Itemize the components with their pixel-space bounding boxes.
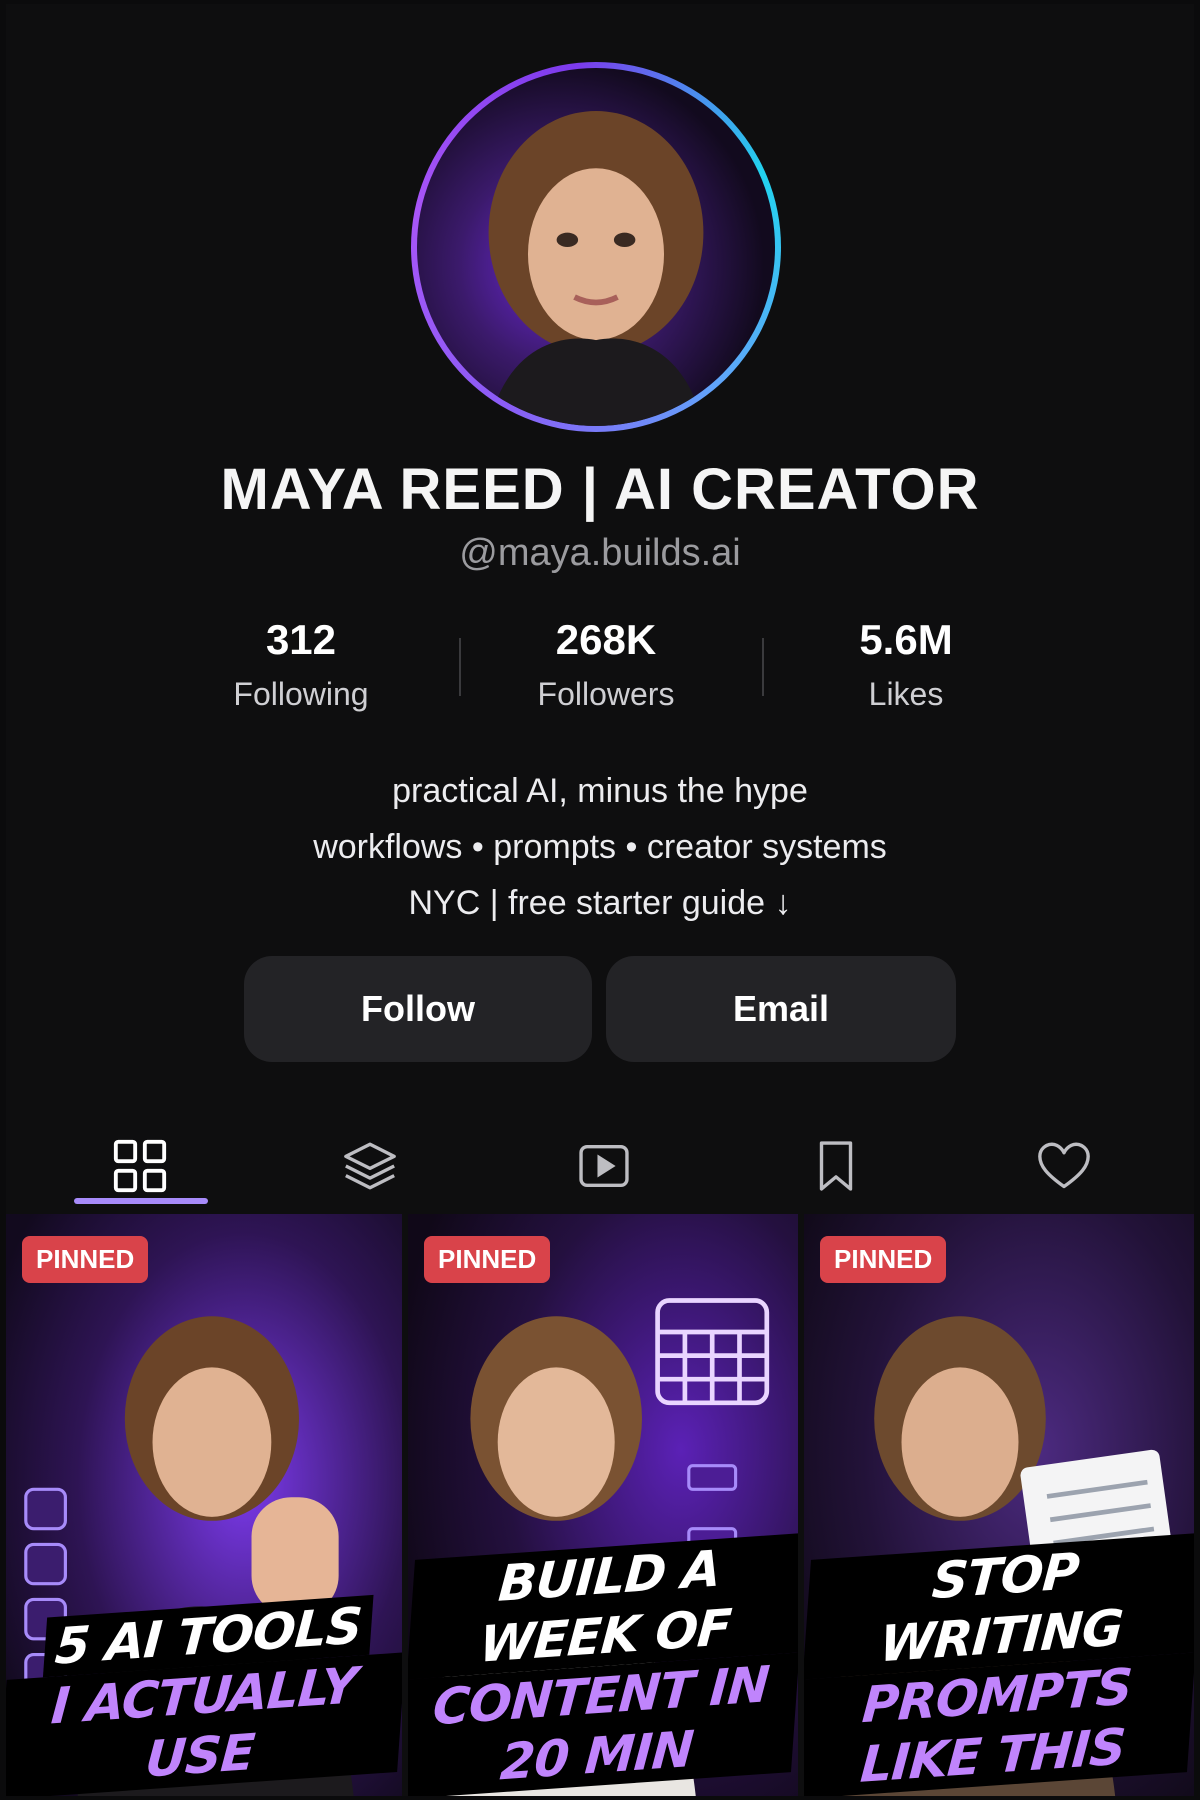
video-caption: 5 AI TOOLS I ACTUALLY USE	[6, 1592, 402, 1796]
video-caption: STOP WRITING PROMPTS LIKE THIS	[804, 1532, 1194, 1796]
video-tile[interactable]: PINNED BUILD A WEEK OF CONTENT IN 20 MIN	[408, 1214, 798, 1796]
profile-name: MAYA REED | AI CREATOR	[220, 457, 980, 522]
stat-following[interactable]: 312 Following	[181, 616, 421, 713]
tab-reposts[interactable]	[310, 1116, 430, 1216]
stat-value: 268K	[555, 616, 657, 663]
heart-icon	[1038, 1142, 1090, 1189]
avatar[interactable]	[411, 62, 781, 432]
stat-label: Followers	[537, 676, 675, 712]
stat-divider	[762, 638, 764, 696]
profile-screen: MAYA REED | AI CREATOR @maya.builds.ai 3…	[6, 4, 1194, 1796]
stat-likes[interactable]: 5.6M Likes	[786, 616, 1026, 713]
layers-icon	[344, 1142, 396, 1190]
stat-value: 5.6M	[859, 616, 953, 663]
play-icon	[579, 1144, 629, 1188]
pinned-badge: PINNED	[820, 1236, 947, 1283]
bio-line: practical AI, minus the hype	[392, 772, 808, 810]
avatar-photo	[417, 68, 775, 426]
stat-label: Likes	[868, 676, 944, 712]
video-grid: PINNED 5 AI TOOLS I ACTUALLY USE PINNED …	[6, 1214, 1194, 1796]
tab-playlists[interactable]	[544, 1116, 664, 1216]
stat-value: 312	[265, 616, 337, 663]
video-tile[interactable]: PINNED 5 AI TOOLS I ACTUALLY USE	[6, 1214, 402, 1796]
bio-line: NYC | free starter guide ↓	[408, 884, 792, 922]
stat-divider	[459, 638, 461, 696]
tab-liked[interactable]	[1004, 1116, 1124, 1216]
active-tab-indicator	[74, 1198, 208, 1204]
pinned-badge: PINNED	[22, 1236, 149, 1283]
stat-label: Following	[233, 676, 369, 712]
profile-handle: @maya.builds.ai	[459, 532, 741, 574]
grid-icon	[113, 1139, 167, 1193]
email-button[interactable]: Email	[606, 956, 956, 1062]
video-caption: BUILD A WEEK OF CONTENT IN 20 MIN	[408, 1532, 798, 1796]
bio-line: workflows • prompts • creator systems	[313, 828, 887, 866]
stats-bar: 312 Following 268K Followers 5.6M Likes	[186, 616, 1026, 726]
video-tile[interactable]: PINNED STOP WRITING PROMPTS LIKE THIS	[804, 1214, 1194, 1796]
follow-button[interactable]: Follow	[244, 956, 592, 1062]
stat-followers[interactable]: 268K Followers	[486, 616, 726, 713]
tab-saved[interactable]	[776, 1116, 896, 1216]
pinned-badge: PINNED	[424, 1236, 551, 1283]
bookmark-icon	[819, 1141, 853, 1191]
